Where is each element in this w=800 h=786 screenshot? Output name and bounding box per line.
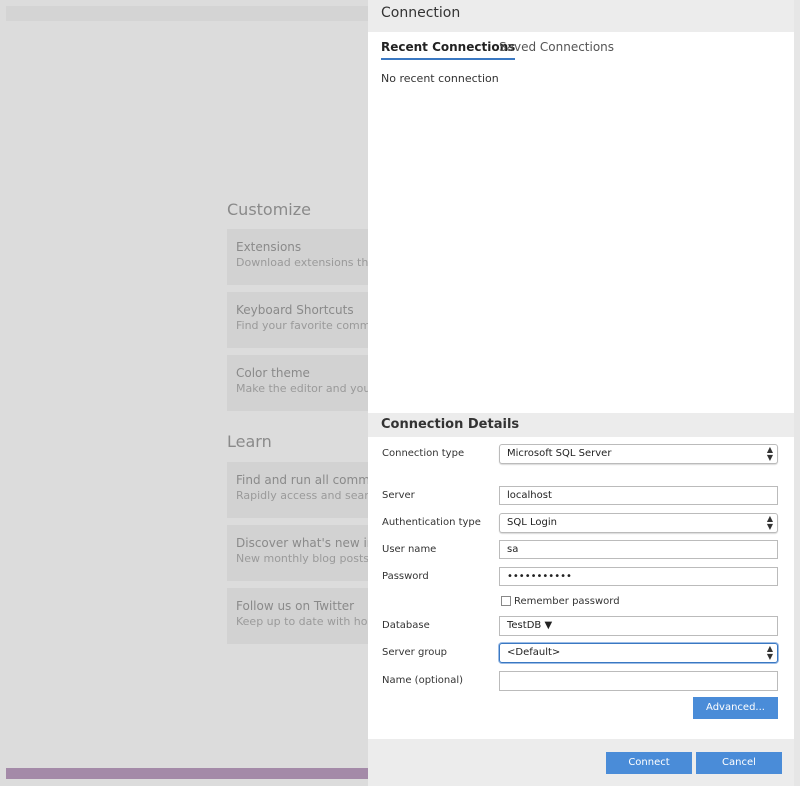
up-down-chevron-icon: ▲ ▼ (766, 445, 773, 462)
card-title: Extensions (236, 240, 302, 254)
connection-type-label: Connection type (382, 448, 465, 459)
up-down-chevron-icon: ▲ ▼ (766, 514, 773, 531)
card-title: Find and run all command (236, 473, 368, 487)
advanced-button[interactable]: Advanced... (693, 697, 778, 719)
authentication-type-value: SQL Login (507, 517, 557, 528)
server-input[interactable]: localhost (499, 486, 778, 505)
card-description: New monthly blog posts e (236, 552, 368, 565)
command-palette-card[interactable]: Find and run all command Rapidly access … (227, 462, 368, 518)
card-description: Find your favorite comma (236, 319, 368, 332)
remember-password-checkbox[interactable] (501, 596, 511, 606)
card-title: Color theme (236, 366, 310, 380)
user-name-label: User name (382, 544, 437, 555)
card-description: Rapidly access and searc (236, 489, 368, 502)
connection-dialog: Connection Recent Connections Saved Conn… (368, 0, 794, 786)
details-title: Connection Details (381, 417, 520, 432)
server-group-select[interactable]: <Default> ▲ ▼ (499, 643, 778, 663)
database-combobox[interactable]: TestDB ▼ (499, 616, 778, 636)
authentication-type-select[interactable]: SQL Login ▲ ▼ (499, 513, 778, 533)
database-label: Database (382, 620, 430, 631)
server-group-value: <Default> (507, 647, 561, 658)
card-description: Make the editor and your (236, 382, 368, 395)
server-group-label: Server group (382, 647, 448, 658)
tab-recent-connections[interactable]: Recent Connections (381, 40, 516, 60)
name-optional-label: Name (optional) (382, 675, 464, 686)
connection-type-select[interactable]: Microsoft SQL Server ▲ ▼ (499, 444, 778, 464)
user-name-input[interactable]: sa (499, 540, 778, 559)
learn-heading: Learn (227, 432, 272, 451)
password-input[interactable]: ••••••••••• (499, 567, 778, 586)
up-down-chevron-icon: ▲ ▼ (766, 644, 773, 661)
card-description: Keep up to date with how (236, 615, 368, 628)
connect-button[interactable]: Connect (606, 752, 692, 774)
keyboard-shortcuts-card[interactable]: Keyboard Shortcuts Find your favorite co… (227, 292, 368, 348)
remember-password-label[interactable]: Remember password (514, 596, 620, 607)
dialog-title: Connection (381, 5, 461, 21)
tab-saved-connections[interactable]: Saved Connections (499, 40, 614, 58)
window-edge (794, 0, 800, 786)
twitter-card[interactable]: Follow us on Twitter Keep up to date wit… (227, 588, 368, 644)
card-title: Keyboard Shortcuts (236, 303, 354, 317)
caret-down-icon[interactable]: ▼ (544, 620, 552, 631)
card-description: Download extensions that (236, 256, 368, 269)
card-title: Discover what's new in th (236, 536, 368, 550)
connection-type-value: Microsoft SQL Server (507, 448, 612, 459)
card-title: Follow us on Twitter (236, 599, 355, 613)
cancel-button[interactable]: Cancel (696, 752, 782, 774)
empty-state-message: No recent connection (381, 72, 499, 85)
whats-new-card[interactable]: Discover what's new in th New monthly bl… (227, 525, 368, 581)
customize-heading: Customize (227, 200, 311, 219)
name-input[interactable] (499, 671, 778, 691)
server-label: Server (382, 490, 415, 501)
database-value: TestDB (507, 620, 542, 631)
authentication-type-label: Authentication type (382, 517, 481, 528)
extensions-card[interactable]: Extensions Download extensions that (227, 229, 368, 285)
password-label: Password (382, 571, 429, 582)
color-theme-card[interactable]: Color theme Make the editor and your (227, 355, 368, 411)
welcome-page: Customize Extensions Download extensions… (227, 0, 368, 786)
